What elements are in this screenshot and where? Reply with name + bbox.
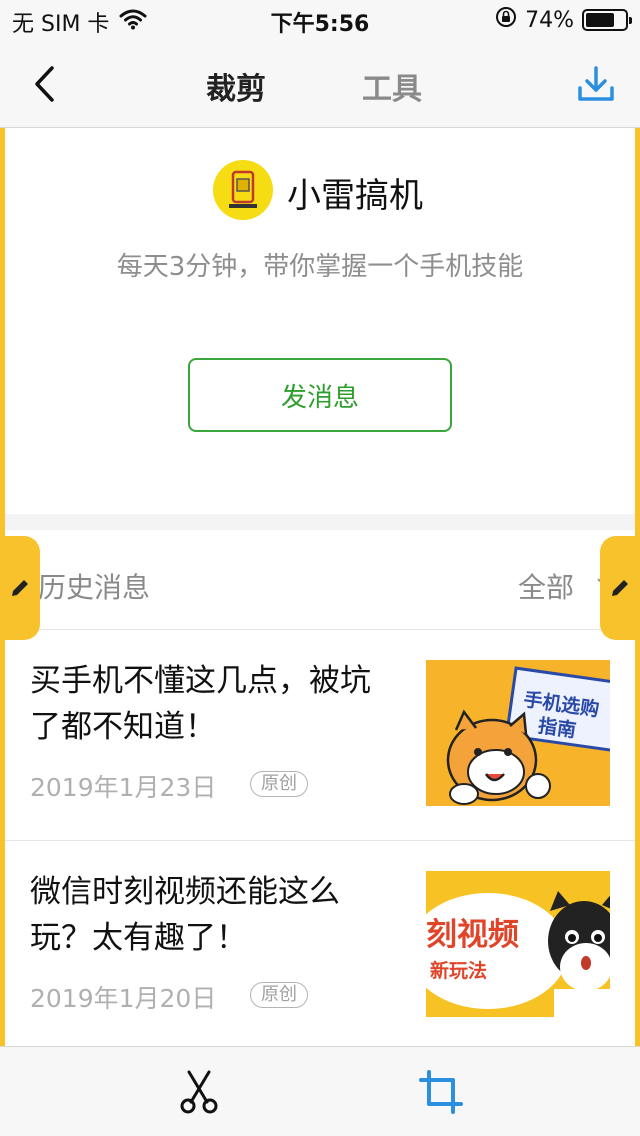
crop-preview: 小雷搞机 每天3分钟，带你掌握一个手机技能 发消息 历史消息 全部 买手机不懂这… (0, 128, 640, 1046)
battery-icon (582, 9, 632, 31)
pencil-icon (612, 580, 628, 596)
history-title: 历史消息 (38, 571, 151, 604)
account-avatar (213, 160, 273, 220)
svg-text:刻视频: 刻视频 (426, 917, 519, 953)
bottom-toolbar (0, 1046, 640, 1136)
download-icon (578, 66, 614, 101)
history-header: 历史消息 全部 (0, 530, 640, 630)
tab-tools[interactable]: 工具 (362, 64, 422, 108)
crop-handle-right[interactable] (600, 536, 640, 640)
article-date: 2019年1月23日 (30, 773, 217, 802)
phone-logo-icon (229, 170, 257, 208)
account-description: 每天3分钟，带你掌握一个手机技能 (116, 252, 524, 282)
status-right: 74% (495, 6, 632, 34)
crop-icon (419, 1070, 463, 1114)
tab-crop[interactable]: 裁剪 (206, 64, 266, 108)
download-button[interactable] (574, 62, 618, 106)
orientation-lock-icon (495, 6, 517, 34)
status-bar: 无 SIM 卡 下午5:56 74% (0, 0, 640, 40)
original-badge: 原创 (250, 771, 308, 797)
article-thumbnail: 刻视频 新玩法 (426, 871, 610, 1017)
chevron-left-icon (35, 66, 54, 102)
crop-handle-left[interactable] (0, 536, 40, 640)
section-divider (5, 514, 635, 530)
article-date: 2019年1月20日 (30, 984, 217, 1013)
crop-tool-button[interactable] (418, 1069, 464, 1115)
back-button[interactable] (24, 62, 64, 106)
battery-percent: 74% (525, 7, 574, 33)
send-message-button[interactable]: 发消息 (188, 358, 452, 432)
scissors-icon (180, 1070, 218, 1114)
account-name: 小雷搞机 (287, 176, 423, 216)
original-badge: 原创 (250, 982, 308, 1008)
article-title: 微信时刻视频还能这么玩？太有趣了！ (30, 874, 340, 956)
history-filter[interactable]: 全部 (518, 566, 574, 606)
article-item[interactable]: 买手机不懂这几点，被坑了都不知道！ 2019年1月23日 原创 手机选购 指南 (0, 630, 640, 841)
article-thumbnail: 手机选购 指南 (426, 660, 610, 806)
article-item[interactable]: 微信时刻视频还能这么玩？太有趣了！ 2019年1月20日 原创 刻视频 新玩法 (0, 841, 640, 1046)
account-profile: 小雷搞机 每天3分钟，带你掌握一个手机技能 发消息 (5, 128, 635, 514)
svg-text:新玩法: 新玩法 (430, 959, 487, 982)
battery-fill (586, 13, 614, 27)
pencil-icon (12, 580, 28, 596)
article-title: 买手机不懂这几点，被坑了都不知道！ (30, 663, 371, 745)
cut-tool-button[interactable] (176, 1069, 222, 1115)
nav-bar: 裁剪 工具 (0, 40, 640, 128)
